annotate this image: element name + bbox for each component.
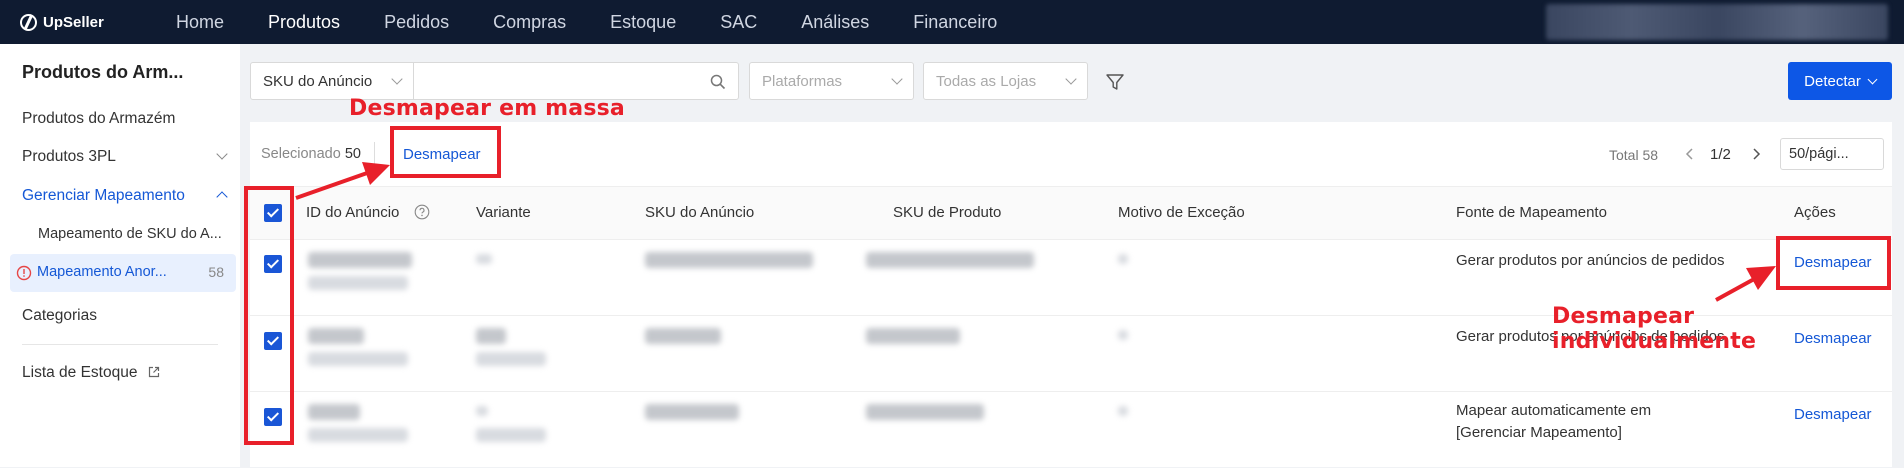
annotation-arrow-bulk — [295, 162, 390, 200]
annotation-arrow-individual — [1715, 266, 1776, 302]
annotation-arrows — [295, 162, 1776, 302]
